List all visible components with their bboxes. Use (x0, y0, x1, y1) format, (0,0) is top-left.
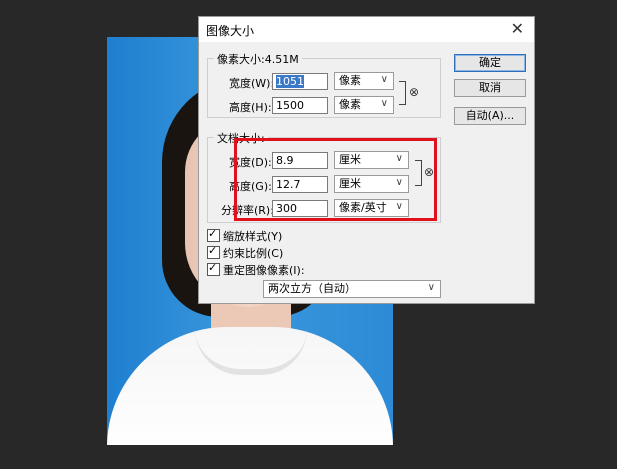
resample-checkbox[interactable]: 重定图像像素(I): (207, 261, 305, 278)
checkbox-checked-icon (207, 261, 220, 276)
resample-method-select[interactable]: 两次立方（自动） ∨ (263, 280, 441, 298)
pixel-height-input[interactable]: 1500 (272, 97, 328, 114)
pixel-width-input[interactable]: 1051 (272, 73, 328, 90)
pixel-height-label: 高度(H): (229, 101, 272, 114)
pixel-height-unit-select[interactable]: 像素 ∨ (334, 96, 394, 114)
checkbox-checked-icon (207, 244, 220, 259)
chevron-down-icon: ∨ (380, 74, 388, 85)
cancel-button[interactable]: 取消 (454, 79, 526, 97)
highlight-annotation (234, 138, 437, 221)
pixel-link-bracket (399, 81, 406, 105)
constrain-proportions-checkbox[interactable]: 约束比例(C) (207, 244, 283, 261)
chevron-down-icon: ∨ (427, 282, 435, 293)
pixel-dimensions-label: 像素大小:4.51M (214, 51, 302, 67)
link-icon: ⊗ (409, 85, 420, 99)
chevron-down-icon: ∨ (380, 98, 388, 109)
pixel-width-unit-select[interactable]: 像素 ∨ (334, 72, 394, 90)
dialog-titlebar[interactable]: 图像大小 ✕ (199, 17, 534, 42)
ok-button[interactable]: 确定 (454, 54, 526, 72)
scale-styles-checkbox[interactable]: 缩放样式(Y) (207, 227, 282, 244)
auto-button[interactable]: 自动(A)... (454, 107, 526, 125)
dialog-title: 图像大小 (206, 24, 255, 38)
checkbox-checked-icon (207, 227, 220, 242)
pixel-width-label: 宽度(W): (229, 77, 275, 90)
close-icon[interactable]: ✕ (511, 19, 524, 38)
